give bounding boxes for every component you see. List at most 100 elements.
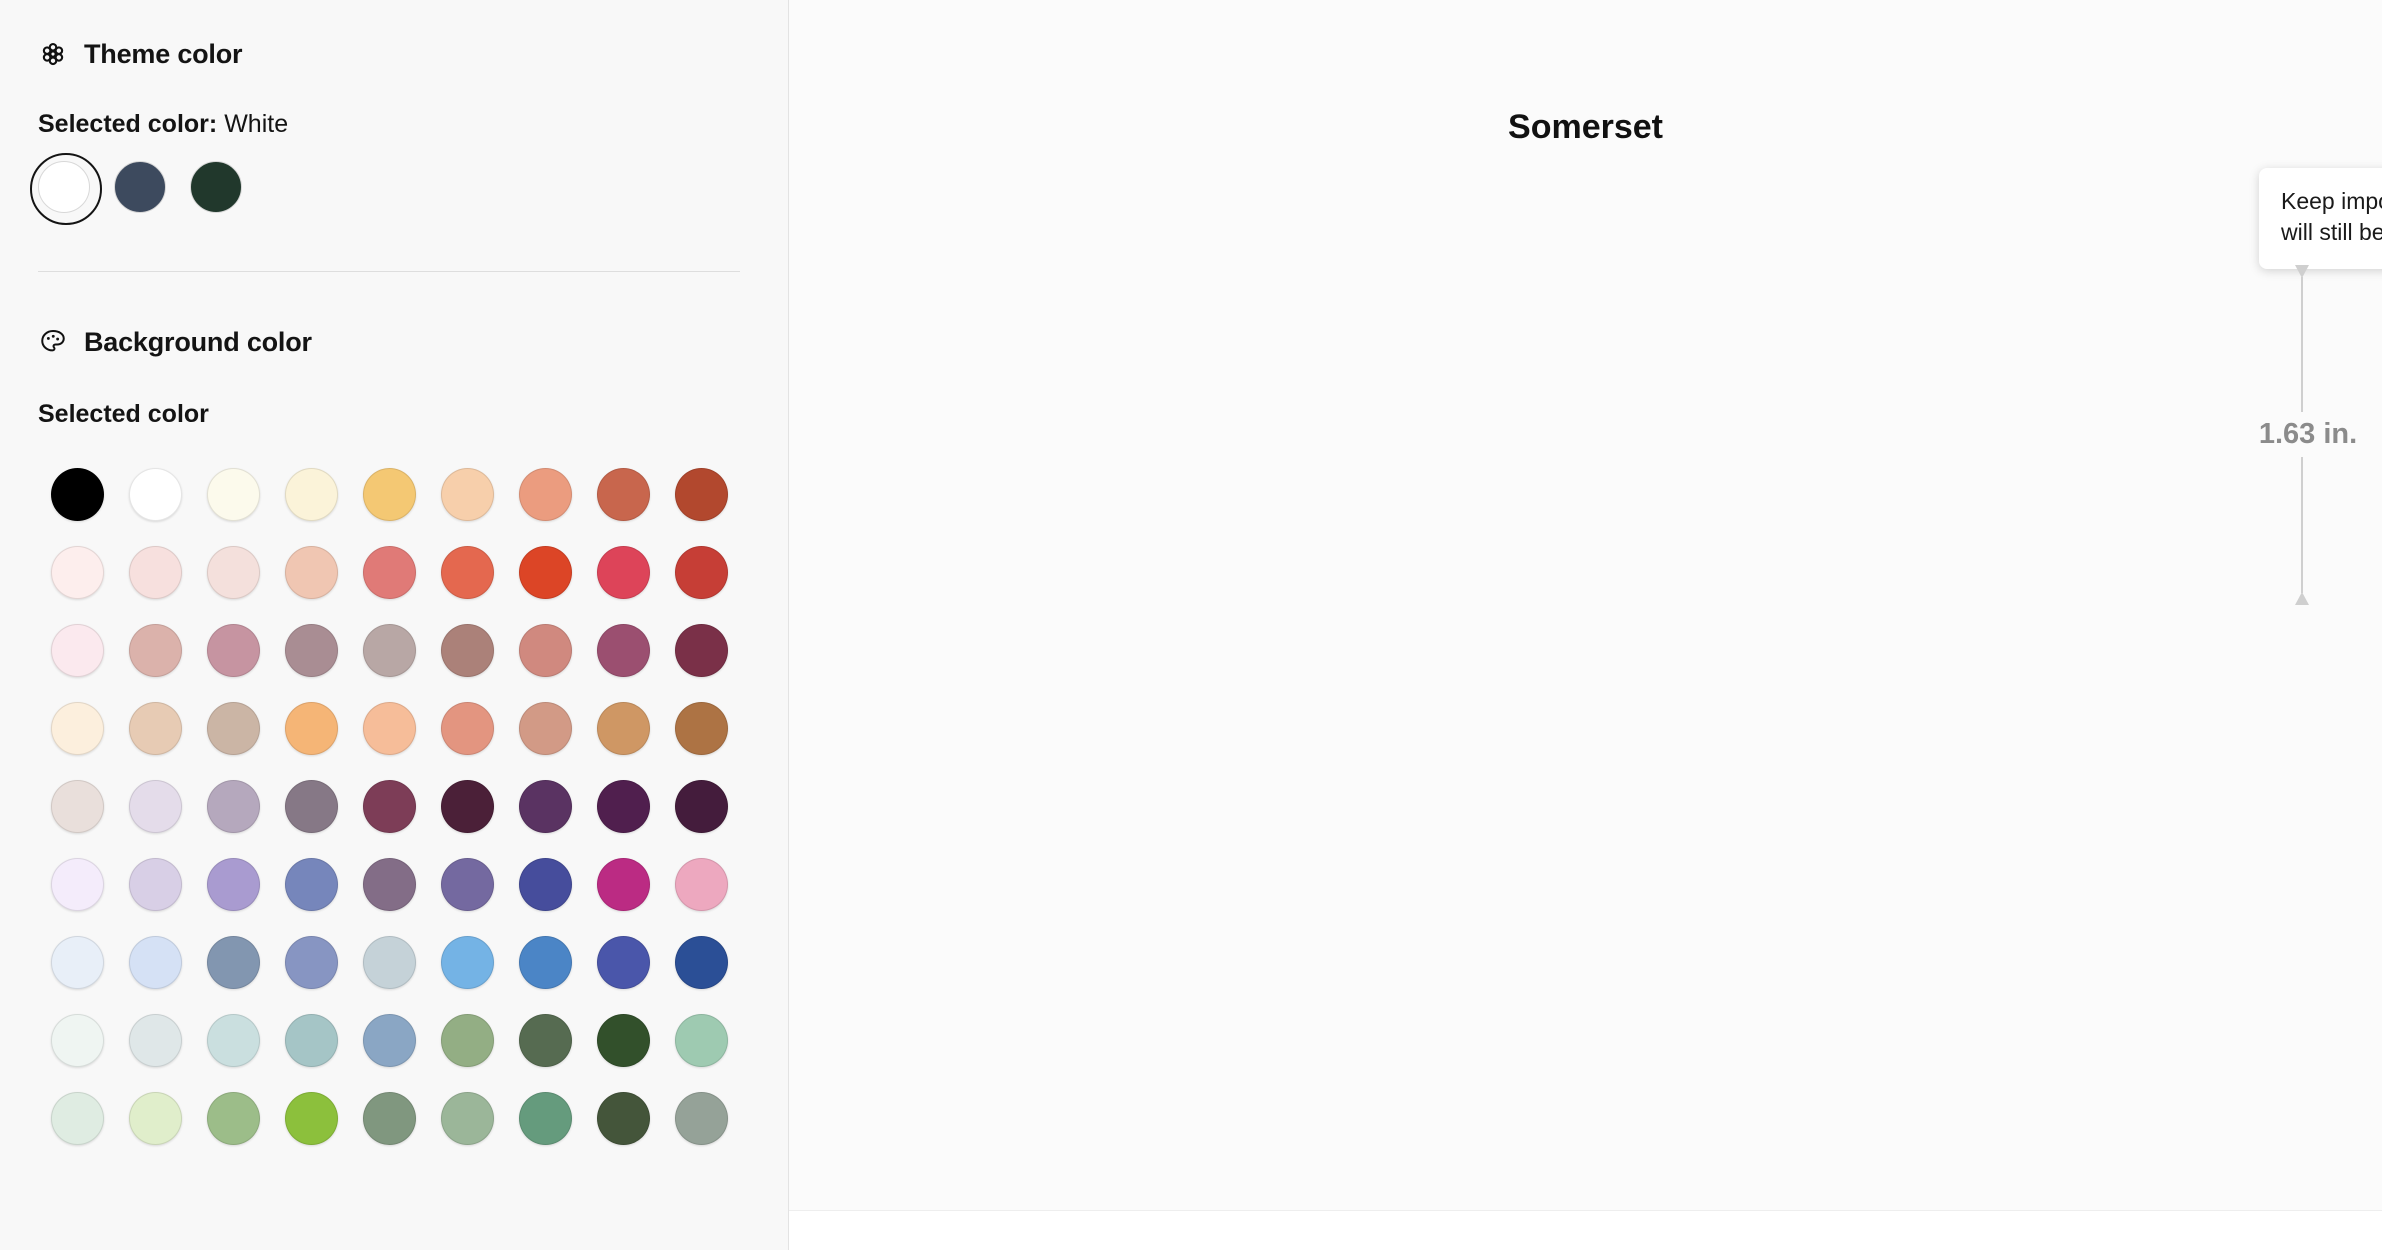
swatch-cell [194,923,272,1001]
background-swatch-r2-c4[interactable] [284,545,338,599]
background-swatch-r8-c5[interactable] [362,1013,416,1067]
background-swatch-r6-c4[interactable] [284,857,338,911]
swatch-cell [584,689,662,767]
background-swatch-r6-c2[interactable] [128,857,182,911]
background-swatch-r9-c1[interactable] [50,1091,104,1145]
theme-swatch-forest[interactable] [190,161,242,213]
background-swatch-r3-c1[interactable] [50,623,104,677]
background-swatch-r2-c1[interactable] [50,545,104,599]
background-swatch-r4-c6[interactable] [440,701,494,755]
background-swatch-r9-c6[interactable] [440,1091,494,1145]
background-swatch-r6-c1[interactable] [50,857,104,911]
background-swatch-r6-c3[interactable] [206,857,260,911]
background-swatch-r3-c5[interactable] [362,623,416,677]
background-swatch-r5-c6[interactable] [440,779,494,833]
background-swatch-r7-c2[interactable] [128,935,182,989]
background-swatch-r7-c8[interactable] [596,935,650,989]
background-swatch-r7-c3[interactable] [206,935,260,989]
background-swatch-r3-c8[interactable] [596,623,650,677]
background-swatch-r9-c3[interactable] [206,1091,260,1145]
background-swatch-r1-c7[interactable] [518,467,572,521]
swatch-cell [116,689,194,767]
background-swatch-r2-c7[interactable] [518,545,572,599]
background-swatch-r7-c6[interactable] [440,935,494,989]
background-swatch-r6-c5[interactable] [362,857,416,911]
background-swatch-r5-c2[interactable] [128,779,182,833]
background-swatch-r5-c7[interactable] [518,779,572,833]
background-swatch-r3-c9[interactable] [674,623,728,677]
background-swatch-r3-c2[interactable] [128,623,182,677]
background-swatch-r5-c9[interactable] [674,779,728,833]
background-swatch-r4-c5[interactable] [362,701,416,755]
swatch-cell [428,1001,506,1079]
background-swatch-r1-c8[interactable] [596,467,650,521]
background-swatch-r8-c9[interactable] [674,1013,728,1067]
background-swatch-r5-c1[interactable] [50,779,104,833]
background-swatch-r3-c7[interactable] [518,623,572,677]
background-swatch-r6-c6[interactable] [440,857,494,911]
background-swatch-r5-c5[interactable] [362,779,416,833]
background-swatch-r7-c4[interactable] [284,935,338,989]
background-swatch-r1-c2[interactable] [128,467,182,521]
background-swatch-r8-c4[interactable] [284,1013,338,1067]
background-swatch-r1-c4[interactable] [284,467,338,521]
background-swatch-r8-c2[interactable] [128,1013,182,1067]
background-swatch-r5-c4[interactable] [284,779,338,833]
background-swatch-r4-c8[interactable] [596,701,650,755]
background-swatch-r2-c3[interactable] [206,545,260,599]
background-swatch-r4-c3[interactable] [206,701,260,755]
background-swatch-r9-c8[interactable] [596,1091,650,1145]
background-swatch-r4-c9[interactable] [674,701,728,755]
background-swatch-r8-c8[interactable] [596,1013,650,1067]
background-swatch-r1-c1[interactable] [50,467,104,521]
swatch-cell [116,533,194,611]
background-swatch-r9-c4[interactable] [284,1091,338,1145]
background-swatch-r8-c1[interactable] [50,1013,104,1067]
background-swatch-r1-c5[interactable] [362,467,416,521]
swatch-cell [506,533,584,611]
background-swatch-r4-c1[interactable] [50,701,104,755]
background-swatch-r4-c2[interactable] [128,701,182,755]
background-swatch-r7-c9[interactable] [674,935,728,989]
background-swatch-r8-c7[interactable] [518,1013,572,1067]
background-swatch-r3-c4[interactable] [284,623,338,677]
background-swatch-r9-c7[interactable] [518,1091,572,1145]
swatch-cell [272,455,350,533]
background-swatch-r3-c3[interactable] [206,623,260,677]
background-swatch-r6-c9[interactable] [674,857,728,911]
swatch-cell [506,1001,584,1079]
background-swatch-r1-c3[interactable] [206,467,260,521]
background-swatch-r5-c8[interactable] [596,779,650,833]
background-swatch-r7-c7[interactable] [518,935,572,989]
background-swatch-r9-c2[interactable] [128,1091,182,1145]
theme-swatch-white[interactable] [30,153,102,225]
background-swatch-r3-c6[interactable] [440,623,494,677]
background-swatch-r1-c9[interactable] [674,467,728,521]
swatch-cell [584,767,662,845]
background-swatch-r2-c6[interactable] [440,545,494,599]
background-swatch-r9-c5[interactable] [362,1091,416,1145]
background-swatch-r7-c5[interactable] [362,935,416,989]
swatch-cell [350,845,428,923]
swatch-cell [662,1001,740,1079]
design-canvas[interactable]: Somerset Keep important content inside t… [789,0,2382,1250]
swatch-cell [38,845,116,923]
palette-icon [38,327,68,357]
background-swatch-r8-c3[interactable] [206,1013,260,1067]
background-swatch-r7-c1[interactable] [50,935,104,989]
background-swatch-r2-c5[interactable] [362,545,416,599]
background-swatch-r4-c7[interactable] [518,701,572,755]
background-swatch-r6-c8[interactable] [596,857,650,911]
background-swatch-r9-c9[interactable] [674,1091,728,1145]
background-swatch-r2-c2[interactable] [128,545,182,599]
background-swatch-r6-c7[interactable] [518,857,572,911]
background-swatch-r8-c6[interactable] [440,1013,494,1067]
background-swatch-r5-c3[interactable] [206,779,260,833]
background-swatch-r1-c6[interactable] [440,467,494,521]
background-swatch-r2-c8[interactable] [596,545,650,599]
background-swatch-r4-c4[interactable] [284,701,338,755]
background-swatch-r2-c9[interactable] [674,545,728,599]
swatch-cell [350,611,428,689]
theme-swatch-navy[interactable] [114,161,166,213]
theme-selected-color-label: Selected color: White [0,110,788,139]
